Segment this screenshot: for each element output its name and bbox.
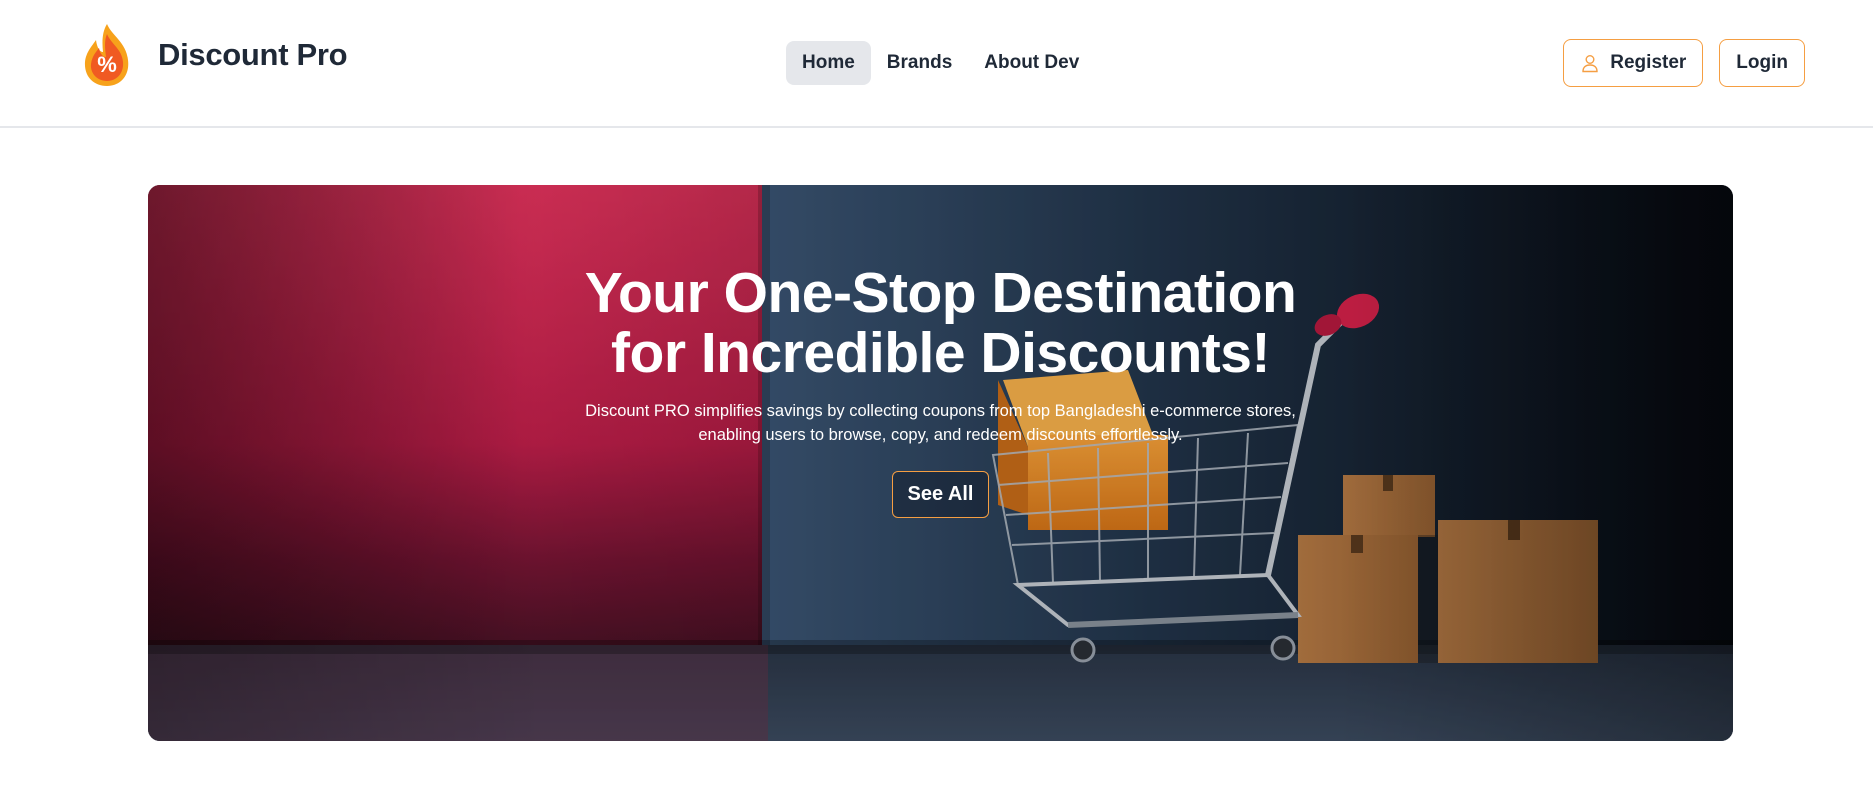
brand[interactable]: % Discount Pro bbox=[78, 22, 348, 88]
login-button[interactable]: Login bbox=[1719, 39, 1805, 87]
register-button[interactable]: Register bbox=[1563, 39, 1704, 87]
nav-home[interactable]: Home bbox=[786, 41, 871, 85]
navbar: % Discount Pro Home Brands About Dev Reg… bbox=[0, 0, 1873, 128]
hero-content: Your One-Stop Destination for Incredible… bbox=[148, 263, 1733, 518]
register-label: Register bbox=[1610, 52, 1687, 73]
nav-brands[interactable]: Brands bbox=[871, 41, 968, 85]
login-label: Login bbox=[1736, 52, 1788, 73]
auth-buttons: Register Login bbox=[1563, 39, 1805, 87]
hero-description: Discount PRO simplifies savings by colle… bbox=[585, 402, 1296, 444]
flame-percent-icon: % bbox=[84, 24, 129, 86]
user-icon bbox=[1582, 55, 1598, 73]
svg-text:%: % bbox=[97, 52, 117, 77]
main-nav: Home Brands About Dev bbox=[786, 41, 1095, 85]
hero-banner: Your One-Stop Destination for Incredible… bbox=[148, 185, 1733, 741]
see-all-button[interactable]: See All bbox=[891, 471, 990, 518]
brand-name: Discount Pro bbox=[158, 37, 348, 72]
hero-title: Your One-Stop Destination for Incredible… bbox=[584, 261, 1297, 385]
nav-about-dev[interactable]: About Dev bbox=[968, 41, 1095, 85]
